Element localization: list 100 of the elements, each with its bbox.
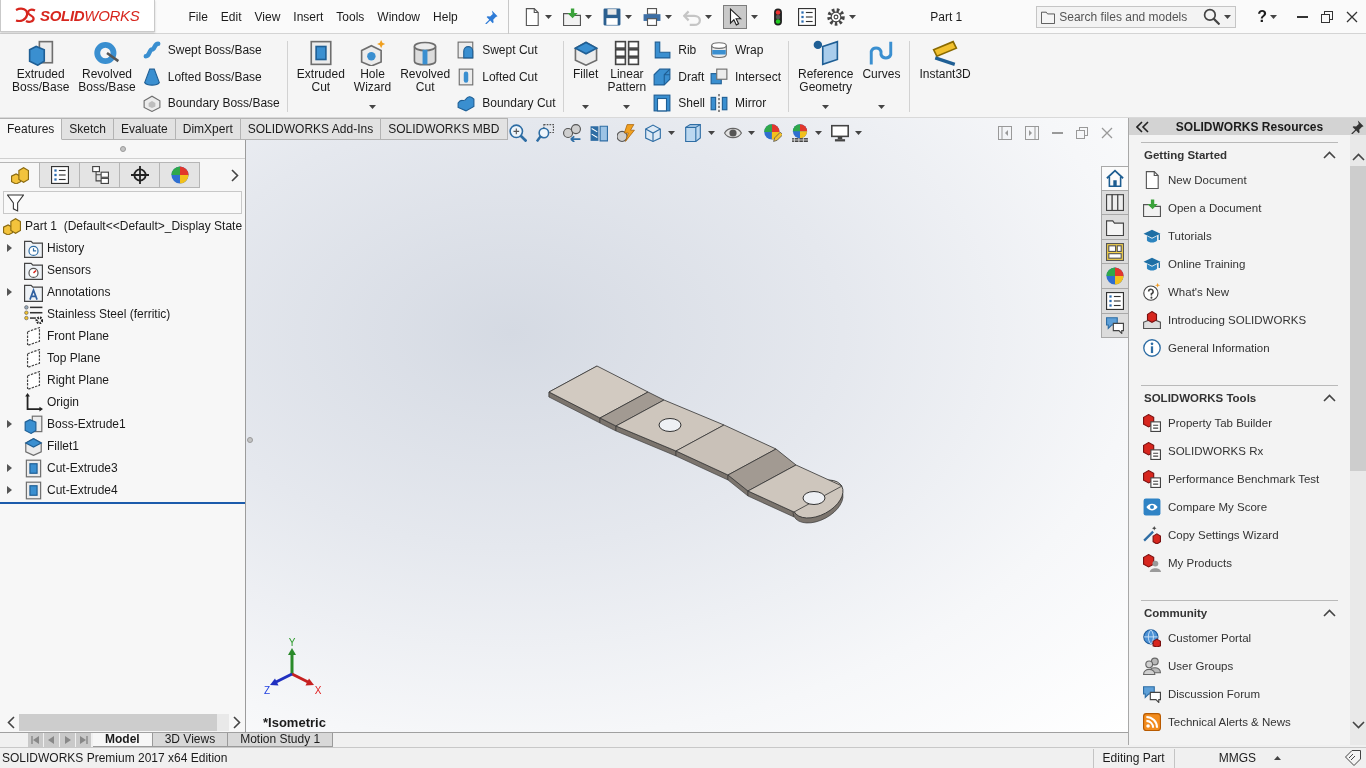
tool-button[interactable]: Wrap: [709, 38, 781, 62]
tool-button[interactable]: Boundary Boss/Base: [142, 91, 280, 115]
resource-link[interactable]: My Products: [1168, 557, 1232, 569]
tree-item[interactable]: Origin: [47, 395, 79, 409]
tab[interactable]: Motion Study 1: [228, 733, 334, 747]
task-pane-tab[interactable]: [1101, 239, 1128, 265]
tool-button[interactable]: Curves: [860, 35, 903, 117]
search-icon[interactable]: [1203, 8, 1221, 25]
settings-icon[interactable]: [827, 7, 846, 26]
lightning-icon[interactable]: [617, 124, 635, 142]
filter-field[interactable]: [3, 191, 242, 214]
tool-button[interactable]: Extruded Boss/Base: [10, 35, 72, 117]
resource-link[interactable]: Customer Portal: [1168, 632, 1252, 644]
task-pane-tab[interactable]: [1101, 313, 1128, 339]
tree-item[interactable]: Fillet1: [47, 439, 79, 453]
menu-item[interactable]: Help: [426, 9, 465, 24]
resource-link[interactable]: General Information: [1168, 342, 1270, 354]
tab[interactable]: Features: [0, 118, 63, 140]
tool-button[interactable]: Revolved Boss/Base: [76, 35, 138, 117]
task-pane-tab[interactable]: [1101, 215, 1128, 240]
tool-button[interactable]: Shell: [653, 91, 705, 115]
panel-left-icon[interactable]: [998, 126, 1012, 140]
task-pane-tab[interactable]: [1101, 190, 1128, 216]
tool-button[interactable]: Linear Pattern: [605, 35, 649, 117]
tree-root[interactable]: Part 1 (Default<<Default>_Display State: [25, 219, 243, 233]
tab[interactable]: DimXpert: [175, 118, 241, 140]
resource-link[interactable]: What's New: [1168, 286, 1229, 298]
caret-icon[interactable]: [751, 14, 759, 19]
caret-icon[interactable]: [815, 131, 822, 135]
menu-item[interactable]: Edit: [214, 9, 249, 24]
resource-link[interactable]: Tutorials: [1168, 230, 1212, 242]
resource-link[interactable]: Open a Document: [1168, 202, 1262, 214]
chevron-left-icon[interactable]: [7, 715, 15, 729]
tool-button[interactable]: Fillet: [570, 35, 601, 117]
units-selector[interactable]: MMGS: [1218, 751, 1256, 765]
color-ball-pencil-icon[interactable]: [764, 124, 782, 142]
minimize-icon[interactable]: [1297, 15, 1308, 18]
zoom-area-icon[interactable]: [536, 124, 554, 142]
panel-tab[interactable]: [120, 162, 160, 188]
caret-icon[interactable]: [849, 14, 857, 19]
monitor-icon[interactable]: [831, 124, 849, 142]
search-box[interactable]: Search files and models: [1036, 5, 1237, 28]
caret-icon[interactable]: [625, 14, 633, 19]
chevron-up-icon[interactable]: [1323, 393, 1336, 402]
chevron-down-icon[interactable]: [1351, 721, 1365, 729]
chevron-up-icon[interactable]: [1323, 608, 1336, 617]
scrollbar[interactable]: [1350, 135, 1366, 745]
resource-link[interactable]: Copy Settings Wizard: [1168, 529, 1279, 541]
tree-item[interactable]: Boss-Extrude1: [47, 417, 126, 431]
pin-icon[interactable]: [1350, 119, 1364, 134]
scrollbar-thumb[interactable]: [1350, 166, 1366, 471]
section-title[interactable]: Community: [1144, 606, 1208, 619]
cube-view-icon[interactable]: [644, 124, 662, 142]
chevron-up-icon[interactable]: [1351, 153, 1365, 161]
double-chevron-left-icon[interactable]: [1136, 120, 1149, 133]
tool-button[interactable]: Intersect: [709, 64, 781, 89]
tree-item[interactable]: Front Plane: [47, 329, 110, 343]
tool-button[interactable]: Mirror: [709, 91, 781, 115]
caret-icon[interactable]: [668, 131, 675, 135]
tab[interactable]: SOLIDWORKS MBD: [381, 118, 508, 140]
caret-icon[interactable]: [545, 14, 553, 19]
tool-button[interactable]: Hole Wizard: [351, 35, 394, 117]
resource-link[interactable]: SOLIDWORKS Rx: [1168, 445, 1264, 457]
expand-arrow-icon[interactable]: [7, 486, 12, 494]
expand-arrow-icon[interactable]: [7, 288, 12, 296]
resource-link[interactable]: Online Training: [1168, 258, 1246, 270]
tool-button[interactable]: Extruded Cut: [294, 35, 347, 117]
tool-button[interactable]: Swept Cut: [457, 38, 556, 62]
caret-icon[interactable]: [665, 14, 673, 19]
color-ball-floor-icon[interactable]: [791, 124, 809, 142]
chevron-up-icon[interactable]: [1323, 150, 1336, 159]
caret-up-icon[interactable]: [1274, 756, 1281, 760]
caret-icon[interactable]: [748, 131, 755, 135]
expand-arrow-icon[interactable]: [7, 420, 12, 428]
tab[interactable]: Sketch: [62, 118, 115, 140]
tool-button[interactable]: Instant3D: [917, 35, 973, 117]
expand-arrow-icon[interactable]: [7, 244, 12, 252]
folder-arrow-icon[interactable]: [563, 7, 582, 26]
caret-icon[interactable]: [708, 131, 715, 135]
menu-item[interactable]: Window: [370, 9, 427, 24]
tab[interactable]: Model: [93, 733, 153, 747]
list-icon[interactable]: [798, 7, 817, 26]
resource-link[interactable]: Technical Alerts & News: [1168, 716, 1291, 728]
printer-icon[interactable]: [643, 7, 662, 26]
section-title[interactable]: SOLIDWORKS Tools: [1144, 391, 1257, 404]
tree-item[interactable]: Stainless Steel (ferritic): [47, 307, 171, 321]
cursor-icon[interactable]: [723, 4, 748, 29]
resource-link[interactable]: Property Tab Builder: [1168, 417, 1272, 429]
resource-link[interactable]: Performance Benchmark Test: [1168, 473, 1320, 485]
tab[interactable]: Evaluate: [114, 118, 176, 140]
panel-tab[interactable]: [40, 162, 80, 188]
menu-item[interactable]: View: [248, 9, 287, 24]
tool-button[interactable]: Rib: [653, 38, 705, 62]
panel-right-icon[interactable]: [1025, 126, 1039, 140]
close-icon[interactable]: [1346, 10, 1358, 23]
tool-button[interactable]: Draft: [653, 64, 705, 89]
section-view-icon[interactable]: [590, 124, 608, 142]
tool-button[interactable]: Boundary Cut: [457, 91, 556, 115]
pin-icon[interactable]: [484, 9, 499, 24]
restore-icon[interactable]: [1321, 10, 1333, 23]
